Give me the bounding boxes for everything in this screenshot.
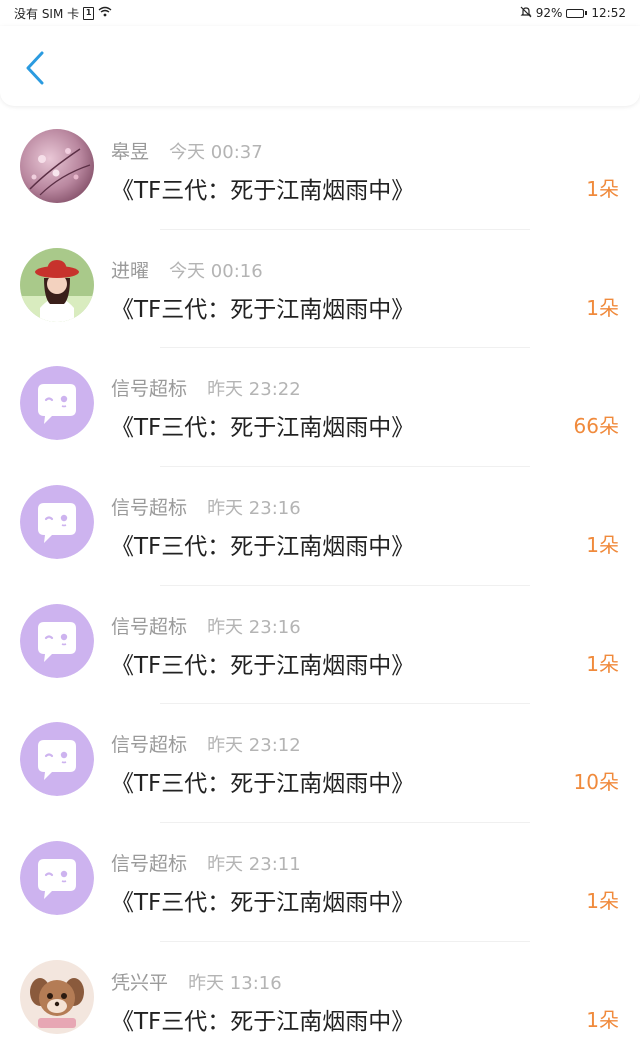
avatar-default[interactable] [20, 603, 94, 678]
name-line: 皋昱 今天 00:37 [111, 137, 263, 164]
timestamp: 昨天 13:16 [188, 972, 282, 994]
battery-percent: 92% [535, 6, 563, 20]
work-title: 《TF三代：死于江南烟雨中》 [111, 771, 415, 798]
list-item[interactable]: 信号超标 昨天 23:12 《TF三代：死于江南烟雨中》 10朵 [0, 704, 640, 823]
carrier-text: 没有 SIM 卡 [14, 6, 80, 21]
name-line: 信号超标 昨天 23:16 [111, 612, 301, 639]
user-name: 凭兴平 [111, 971, 169, 994]
user-name: 信号超标 [111, 378, 188, 401]
timestamp: 昨天 23:16 [207, 498, 301, 520]
work-title: 《TF三代：死于江南烟雨中》 [111, 890, 415, 917]
flower-count: 1朵 [586, 889, 619, 914]
work-title: 《TF三代：死于江南烟雨中》 [111, 534, 415, 561]
timestamp: 今天 00:16 [169, 260, 263, 282]
bell-muted-icon [520, 6, 532, 21]
user-name: 信号超标 [111, 734, 188, 757]
avatar-default[interactable] [20, 841, 94, 916]
name-line: 信号超标 昨天 23:16 [111, 493, 301, 520]
list-item[interactable]: 信号超标 昨天 23:16 《TF三代：死于江南烟雨中》 1朵 [0, 586, 640, 705]
work-title: 《TF三代：死于江南烟雨中》 [111, 178, 415, 204]
list-item[interactable]: 皋昱 今天 00:37 《TF三代：死于江南烟雨中》 1朵 [0, 111, 640, 230]
work-title: 《TF三代：死于江南烟雨中》 [111, 296, 415, 323]
list-item[interactable]: 信号超标 昨天 23:11 《TF三代：死于江南烟雨中》 1朵 [0, 823, 640, 942]
flower-count: 10朵 [573, 770, 619, 795]
flower-count: 1朵 [586, 177, 619, 201]
timestamp: 昨天 23:16 [207, 616, 301, 638]
battery-icon [566, 8, 588, 18]
timestamp: 昨天 23:22 [207, 379, 301, 401]
sim-badge: 1 [83, 6, 95, 20]
flower-count: 1朵 [586, 651, 619, 676]
name-line: 信号超标 昨天 23:11 [111, 849, 301, 876]
work-title: 《TF三代：死于江南烟雨中》 [111, 652, 415, 679]
user-name: 信号超标 [111, 853, 188, 876]
avatar-photo[interactable] [20, 247, 94, 322]
user-name: 进曜 [111, 259, 150, 282]
work-title: 《TF三代：死于江南烟雨中》 [111, 1008, 415, 1035]
work-title: 《TF三代：死于江南烟雨中》 [111, 415, 415, 442]
list-item[interactable]: 进曜 今天 00:16 《TF三代：死于江南烟雨中》 1朵 [0, 230, 640, 349]
list-item[interactable]: 信号超标 昨天 23:16 《TF三代：死于江南烟雨中》 1朵 [0, 467, 640, 586]
list-item[interactable]: 信号超标 昨天 23:22 《TF三代：死于江南烟雨中》 66朵 [0, 348, 640, 467]
user-name: 信号超标 [111, 615, 188, 638]
flower-count: 1朵 [586, 533, 619, 558]
name-line: 凭兴平 昨天 13:16 [111, 968, 282, 995]
wifi-icon [98, 6, 112, 20]
user-name: 信号超标 [111, 497, 188, 520]
timestamp: 昨天 23:12 [207, 735, 301, 757]
status-bar: 没有 SIM 卡 1 92% 12:52 [0, 0, 640, 26]
gift-list: 皋昱 今天 00:37 《TF三代：死于江南烟雨中》 1朵 进曜 今天 00:1… [0, 111, 640, 1061]
timestamp: 昨天 23:11 [207, 854, 301, 876]
status-left: 没有 SIM 卡 1 [14, 5, 112, 22]
chevron-left-icon [25, 51, 45, 89]
status-right: 92% 12:52 [520, 6, 626, 21]
flower-count: 66朵 [573, 414, 619, 439]
name-line: 进曜 今天 00:16 [111, 256, 263, 283]
user-name: 皋昱 [111, 141, 150, 163]
name-line: 信号超标 昨天 23:22 [111, 374, 301, 401]
flower-count: 1朵 [586, 1007, 619, 1032]
header [0, 26, 640, 106]
name-line: 信号超标 昨天 23:12 [111, 730, 301, 757]
avatar-default[interactable] [20, 485, 94, 560]
avatar-photo[interactable] [20, 959, 94, 1034]
clock-time: 12:52 [591, 6, 626, 20]
avatar-default[interactable] [20, 722, 94, 797]
list-item[interactable]: 凭兴平 昨天 13:16 《TF三代：死于江南烟雨中》 1朵 [0, 942, 640, 1061]
flower-count: 1朵 [586, 295, 619, 320]
timestamp: 今天 00:37 [169, 142, 263, 163]
avatar-default[interactable] [20, 366, 94, 441]
avatar-photo[interactable] [20, 129, 94, 203]
back-button[interactable] [18, 50, 52, 90]
